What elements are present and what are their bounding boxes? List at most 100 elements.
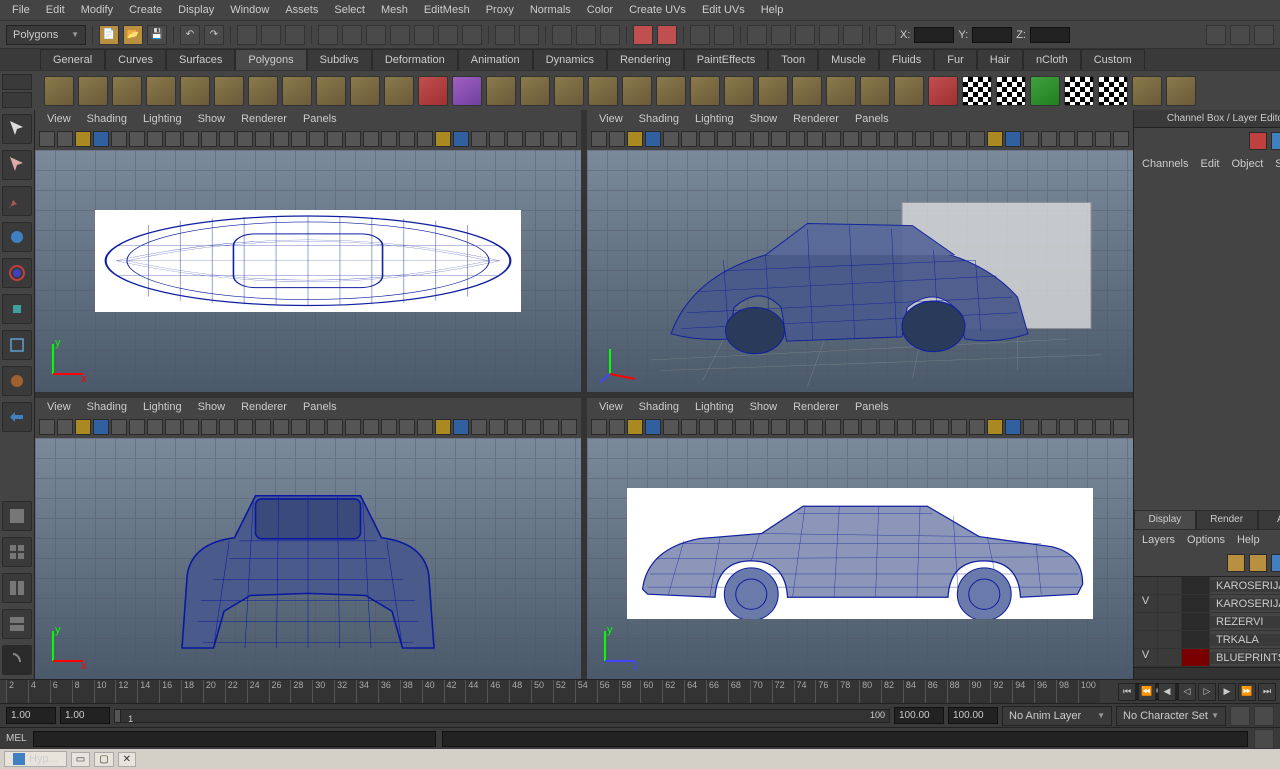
vp-tool-icon[interactable] <box>987 419 1003 435</box>
vp-tool-icon[interactable] <box>561 131 577 147</box>
layer-type[interactable] <box>1158 595 1182 612</box>
autokey-icon[interactable] <box>1230 706 1250 726</box>
menu-display[interactable]: Display <box>170 1 222 19</box>
vp-tool-icon[interactable] <box>609 131 625 147</box>
step-back-icon[interactable]: ⏪ <box>1138 683 1156 701</box>
vp-tool-icon[interactable] <box>111 419 127 435</box>
vp-tool-icon[interactable] <box>843 131 859 147</box>
vp-tool-icon[interactable] <box>417 131 433 147</box>
vp-tool-icon[interactable] <box>561 419 577 435</box>
shelf-tab-muscle[interactable]: Muscle <box>818 49 879 70</box>
persp-view-icon[interactable] <box>2 645 32 675</box>
rotate-tool-icon[interactable] <box>2 258 32 288</box>
vp-tool-icon[interactable] <box>453 419 469 435</box>
vp-tool-icon[interactable] <box>753 131 769 147</box>
ipr-icon[interactable] <box>576 25 596 45</box>
shelf-tab-toon[interactable]: Toon <box>768 49 818 70</box>
hypershade-icon[interactable] <box>771 25 791 45</box>
vp-tool-icon[interactable] <box>471 131 487 147</box>
vp-tool-icon[interactable] <box>1059 419 1075 435</box>
menu-normals[interactable]: Normals <box>522 1 579 19</box>
menu-create[interactable]: Create <box>121 1 170 19</box>
vp-tool-icon[interactable] <box>591 131 607 147</box>
play-fwd-icon[interactable]: ▷ <box>1198 683 1216 701</box>
tool-toggle-icon[interactable] <box>1254 25 1274 45</box>
vp-tool-icon[interactable] <box>1005 419 1021 435</box>
duplicate-icon[interactable] <box>860 76 890 106</box>
layer-color[interactable] <box>1182 649 1210 666</box>
vp-tool-icon[interactable] <box>93 131 109 147</box>
layer-vis[interactable] <box>1134 613 1158 630</box>
prev-key-icon[interactable]: ◀ <box>1158 683 1176 701</box>
shelf-tab-hair[interactable]: Hair <box>977 49 1023 70</box>
vp-tool-icon[interactable] <box>129 419 145 435</box>
vp-tool-icon[interactable] <box>273 131 289 147</box>
vp-tool-icon[interactable] <box>363 419 379 435</box>
channel-icon[interactable] <box>1249 132 1267 150</box>
save-icon[interactable]: 💾 <box>147 25 167 45</box>
layer-color[interactable] <box>1182 577 1210 594</box>
menu-edit[interactable]: Edit <box>38 1 73 19</box>
shelf-tab-deformation[interactable]: Deformation <box>372 49 458 70</box>
menu-file[interactable]: File <box>4 1 38 19</box>
z-input[interactable] <box>1030 27 1070 43</box>
channel-show[interactable]: Show <box>1275 158 1280 170</box>
uv-icon[interactable] <box>962 76 992 106</box>
snap-curve-icon[interactable] <box>342 25 362 45</box>
vp-tool-icon[interactable] <box>219 419 235 435</box>
layer-color[interactable] <box>1182 613 1210 630</box>
vp-tool-icon[interactable] <box>843 419 859 435</box>
shelf-tab-curves[interactable]: Curves <box>105 49 166 70</box>
paint-tool-icon[interactable] <box>2 186 32 216</box>
vp-menu-renderer[interactable]: Renderer <box>785 111 847 127</box>
vp-tool-icon[interactable] <box>879 131 895 147</box>
pipe-icon[interactable] <box>282 76 312 106</box>
vp-tool-icon[interactable] <box>1113 131 1129 147</box>
vp-tool-icon[interactable] <box>1077 419 1093 435</box>
sidebar-toggle-icon[interactable] <box>1206 25 1226 45</box>
vp-tool-icon[interactable] <box>987 131 1003 147</box>
step-fwd-icon[interactable]: ⏩ <box>1238 683 1256 701</box>
task-close-icon[interactable]: ✕ <box>118 752 136 767</box>
paint-select-icon[interactable] <box>285 25 305 45</box>
vp-canvas-side[interactable]: y z <box>587 438 1133 680</box>
shelf-tab-dynamics[interactable]: Dynamics <box>533 49 607 70</box>
vp-tool-icon[interactable] <box>39 131 55 147</box>
layer-type[interactable] <box>1158 649 1182 666</box>
vp-tool-icon[interactable] <box>453 131 469 147</box>
single-view-icon[interactable] <box>2 501 32 531</box>
vp-menu-panels[interactable]: Panels <box>295 399 345 415</box>
vp-tool-icon[interactable] <box>435 419 451 435</box>
open-icon[interactable]: 📂 <box>123 25 143 45</box>
channel-edit[interactable]: Edit <box>1200 158 1219 170</box>
vp-tool-icon[interactable] <box>645 419 661 435</box>
vp-menu-lighting[interactable]: Lighting <box>687 399 742 415</box>
vp-tool-icon[interactable] <box>291 131 307 147</box>
shelf-tab-surfaces[interactable]: Surfaces <box>166 49 235 70</box>
vp-tool-icon[interactable] <box>525 419 541 435</box>
vp-tool-icon[interactable] <box>381 419 397 435</box>
move-tool-icon[interactable] <box>2 222 32 252</box>
output-icon[interactable] <box>714 25 734 45</box>
layer-row[interactable]: KAROSERIJA_HIGH <box>1134 577 1280 595</box>
extrude-icon[interactable] <box>622 76 652 106</box>
render-settings-icon[interactable] <box>600 25 620 45</box>
coord-mode-icon[interactable] <box>876 25 896 45</box>
layer-color[interactable] <box>1182 595 1210 612</box>
soccer-icon[interactable] <box>350 76 380 106</box>
vp-tool-icon[interactable] <box>969 419 985 435</box>
menu-window[interactable]: Window <box>222 1 277 19</box>
vp-tool-icon[interactable] <box>471 419 487 435</box>
layer-row[interactable]: TRKALA <box>1134 631 1280 649</box>
menu-proxy[interactable]: Proxy <box>478 1 522 19</box>
shelf-scroll-down-icon[interactable] <box>2 92 32 108</box>
go-start-icon[interactable]: ⏮ <box>1118 683 1136 701</box>
vp-tool-icon[interactable] <box>1005 131 1021 147</box>
uv-planar-icon[interactable] <box>996 76 1026 106</box>
shelf-tab-painteffects[interactable]: PaintEffects <box>684 49 769 70</box>
menu-help[interactable]: Help <box>753 1 792 19</box>
vp-tool-icon[interactable] <box>645 131 661 147</box>
vp-tool-icon[interactable] <box>1059 131 1075 147</box>
vp-menu-show[interactable]: Show <box>742 111 786 127</box>
shelf-tab-ncloth[interactable]: nCloth <box>1023 49 1081 70</box>
